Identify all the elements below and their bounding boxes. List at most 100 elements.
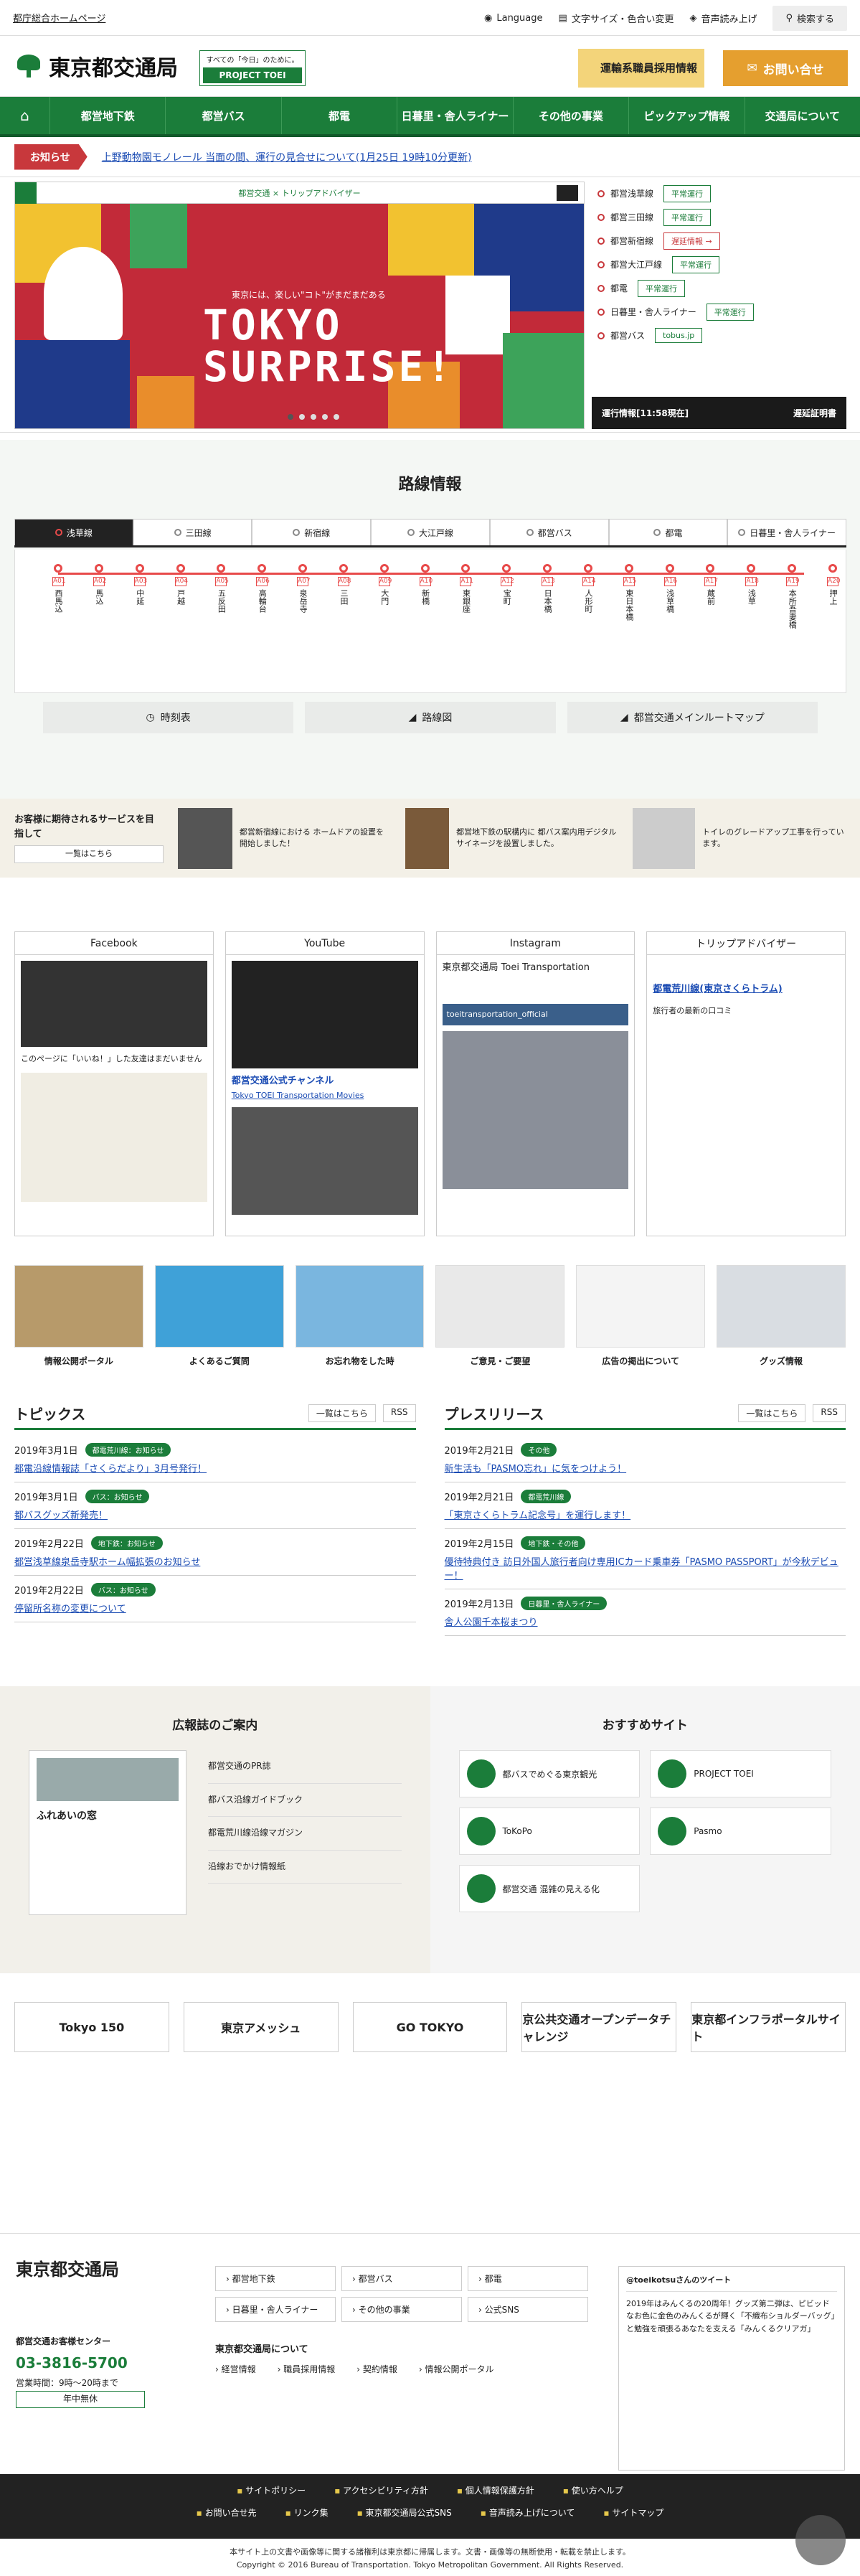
station[interactable]: A01 西馬込 [44,564,72,613]
recommend-item[interactable]: PROJECT TOEI [650,1750,831,1797]
service-more-button[interactable]: 一覧はこちら [14,845,164,863]
status-button[interactable]: 平常運行 [706,303,754,321]
nav-pickup[interactable]: ピックアップ情報 [629,97,745,134]
bottom-link[interactable]: 音声読み上げについて [481,2506,575,2519]
footer-link[interactable]: › 都電 [468,2266,588,2291]
timetable-button[interactable]: ◷ 時刻表 [43,702,294,733]
service-card[interactable]: 都営地下鉄の駅構内に 都バス案内用デジタル サイネージを設置しました。 [405,807,618,869]
news-link[interactable]: 都電沿線情報誌「さくらだより」3月号発行！ [14,1464,207,1475]
project-toei-banner[interactable]: すべての「今日」のために。 PROJECT TOEI [199,50,306,86]
slider-dot[interactable] [334,414,339,420]
station[interactable]: A16 浅草橋 [656,564,684,613]
station[interactable]: A03 中延 [126,564,154,605]
link-tile[interactable]: ご意見・ご要望 [435,1265,565,1367]
youtube-thumbnails[interactable] [231,1107,418,1216]
nav-liner[interactable]: 日暮里・舎人ライナー [397,97,514,134]
news-link[interactable]: 舎人公園千本桜まつり [445,1617,538,1628]
bottom-link[interactable]: 東京都交通局公式SNS [357,2506,452,2519]
page-top-button[interactable] [795,2515,846,2565]
slider-dot[interactable] [288,414,293,420]
news-link[interactable]: 新生活も「PASMO忘れ」に気をつけよう！ [445,1464,627,1475]
footer-logo[interactable]: 東京都交通局 [16,2255,119,2280]
slider-pause-button[interactable] [557,185,578,201]
station[interactable]: A13 日本橋 [533,564,562,613]
footer-link[interactable]: › 都営バス [341,2266,462,2291]
footer-link[interactable]: › 公式SNS [468,2297,588,2322]
link-tile[interactable]: お忘れ物をした時 [295,1265,425,1367]
banner[interactable]: 東京都インフラポータルサイト [691,2002,846,2052]
recruit-banner[interactable]: 運輸系職員採用情報 [578,49,704,88]
station[interactable]: A15 東日本橋 [615,564,643,621]
banner[interactable]: 京公共交通オープンデータチャレンジ [521,2002,677,2052]
nav-subway[interactable]: 都営地下鉄 [50,97,166,134]
slider-menu-button[interactable] [15,182,37,204]
main-route-map-button[interactable]: ◢ 都営交通メインルートマップ [567,702,818,733]
station[interactable]: A04 戸越 [166,564,195,605]
station[interactable]: A09 大門 [370,564,399,605]
station[interactable]: A02 馬込 [85,564,113,605]
home-button[interactable]: ⌂ [0,97,50,134]
instagram-grid[interactable] [442,1030,629,1189]
about-link[interactable]: › 職員採用情報 [278,2363,336,2375]
status-button[interactable]: tobus.jp [655,328,703,343]
news-link[interactable]: 「東京さくらトラム記念号」を運行します！ [445,1510,631,1521]
rss-link[interactable]: RSS [382,1404,416,1422]
status-button[interactable]: 平常運行 [663,208,712,226]
more-link[interactable]: 一覧はこちら [308,1404,376,1422]
magazine-item[interactable]: 都電荒川線沿線マガジン [208,1817,402,1851]
customer-tel[interactable]: 03-3816-5700 [16,2354,128,2371]
station[interactable]: A10 新橋 [411,564,440,605]
banner[interactable]: GO TOKYO [352,2002,508,2052]
status-button[interactable]: 平常運行 [672,255,720,273]
search-button[interactable]: ⚲ 検索する [772,6,847,31]
service-card[interactable]: トイレのグレードアップ工事を行っています。 [632,807,846,869]
magazine-item[interactable]: 都バス沿線ガイドブック [208,1784,402,1818]
about-link[interactable]: › 契約情報 [356,2363,397,2375]
recommend-item[interactable]: ToKoPo [458,1808,641,1855]
footer-link[interactable]: › その他の事業 [341,2297,462,2322]
bottom-link[interactable]: 使い方ヘルプ [563,2484,623,2496]
magazine-item[interactable]: 都営交通のPR誌 [208,1750,402,1784]
bottom-link[interactable]: アクセシビリティ方針 [334,2484,428,2496]
slider-dot[interactable] [322,414,328,420]
about-link[interactable]: › 経営情報 [215,2363,256,2375]
link-tile[interactable]: 広告の掲出について [576,1265,706,1367]
link-tile[interactable]: グッズ情報 [717,1265,846,1367]
recommend-item[interactable]: 都営交通 混雑の見える化 [458,1865,641,1912]
delay-certificate-link[interactable]: 遅延証明書 [793,407,836,419]
nav-bus[interactable]: 都営バス [166,97,282,134]
more-link[interactable]: 一覧はこちら [738,1404,806,1422]
route-tab[interactable]: 新宿線 [252,519,372,545]
bottom-link[interactable]: リンク集 [285,2506,329,2519]
station[interactable]: A20 押上 [818,564,847,605]
rss-link[interactable]: RSS [813,1404,846,1422]
speech-button[interactable]: ◈ 音声読み上げ [689,11,757,25]
station[interactable]: A11 東銀座 [451,564,480,613]
route-tab[interactable]: 都電 [608,519,728,545]
route-map-button[interactable]: ◢ 路線図 [305,702,556,733]
station[interactable]: A05 五反田 [207,564,235,613]
station[interactable]: A14 人形町 [574,564,603,613]
link-tile[interactable]: よくあるご質問 [154,1265,284,1367]
recommend-item[interactable]: 都バスでめぐる東京観光 [458,1750,641,1797]
route-tab[interactable]: 大江戸線 [371,519,490,545]
nav-other[interactable]: その他の事業 [514,97,630,134]
news-link[interactable]: 優待特典付き 訪日外国人旅行者向け専用ICカード乗車券「PASMO PASSPO… [445,1557,838,1581]
language-button[interactable]: ◉ Language [484,13,543,24]
slider-dot[interactable] [311,414,316,420]
route-tab[interactable]: 都営バス [489,519,609,545]
notice-link[interactable]: 上野動物園モノレール 当面の間、運行の見合せについて(1月25日 19時10分更… [102,150,472,164]
footer-link[interactable]: › 日暮里・舎人ライナー [215,2297,336,2322]
recommend-item[interactable]: Pasmo [650,1808,831,1855]
youtube-player[interactable] [231,961,418,1068]
station[interactable]: A07 泉岳寺 [288,564,317,613]
route-tab[interactable]: 日暮里・舎人ライナー [727,519,847,545]
bottom-link[interactable]: サイトマップ [603,2506,663,2519]
gov-homepage-link[interactable]: 都庁総合ホームページ [13,11,105,24]
bottom-link[interactable]: サイトポリシー [237,2484,306,2496]
link-tile[interactable]: 情報公開ポータル [14,1265,143,1367]
nav-tram[interactable]: 都電 [282,97,398,134]
bottom-link[interactable]: お問い合せ先 [197,2506,257,2519]
service-card[interactable]: 都営新宿線における ホームドアの設置を開始しました！ [177,807,391,869]
footer-link[interactable]: › 都営地下鉄 [215,2266,336,2291]
